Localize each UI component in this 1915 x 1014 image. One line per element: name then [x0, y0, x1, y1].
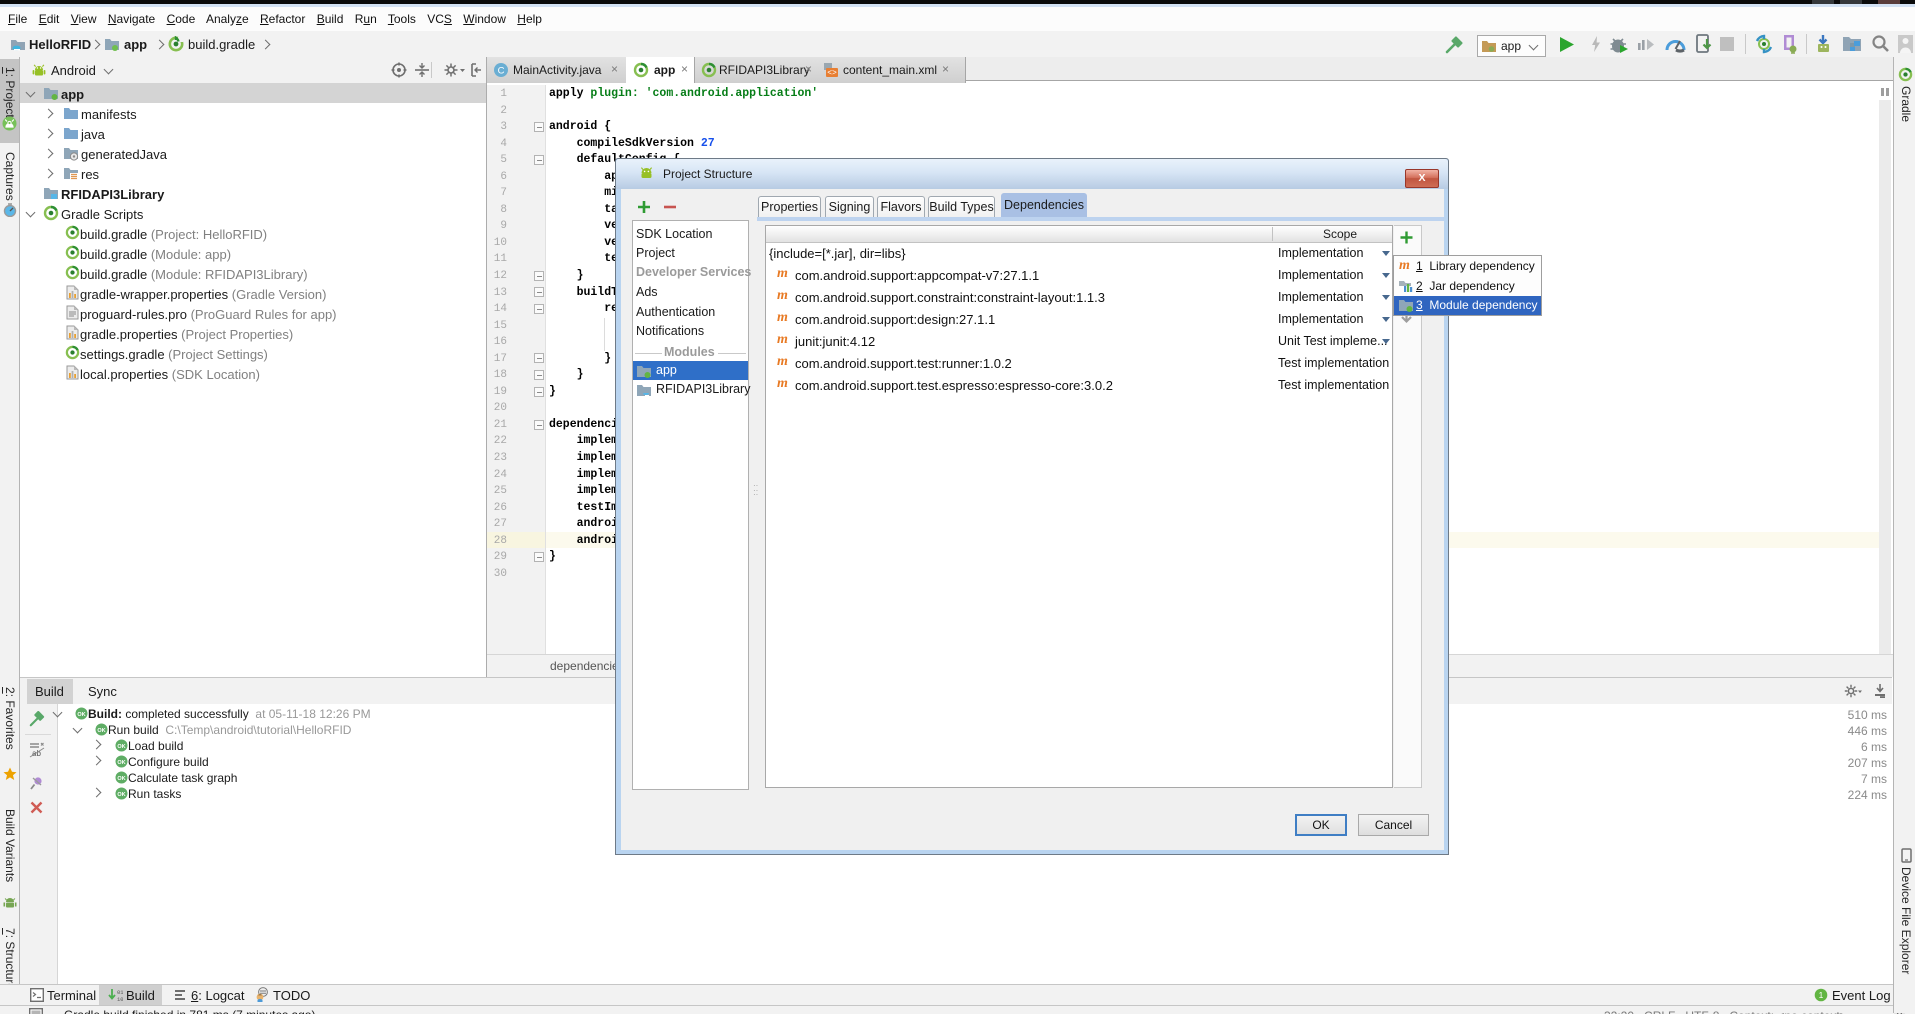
- svg-text:01: 01: [117, 989, 123, 996]
- svg-text:OK: OK: [117, 776, 125, 782]
- svg-text:OK: OK: [97, 728, 105, 734]
- svg-text:OK: OK: [117, 744, 125, 750]
- svg-text:OK: OK: [117, 760, 125, 766]
- svg-text:OK: OK: [117, 792, 125, 798]
- svg-text:<>: <>: [827, 69, 837, 78]
- svg-text:C: C: [498, 66, 505, 77]
- svg-text:10: 10: [117, 996, 123, 1003]
- svg-text:1: 1: [1819, 990, 1824, 1000]
- svg-text:OK: OK: [77, 712, 85, 718]
